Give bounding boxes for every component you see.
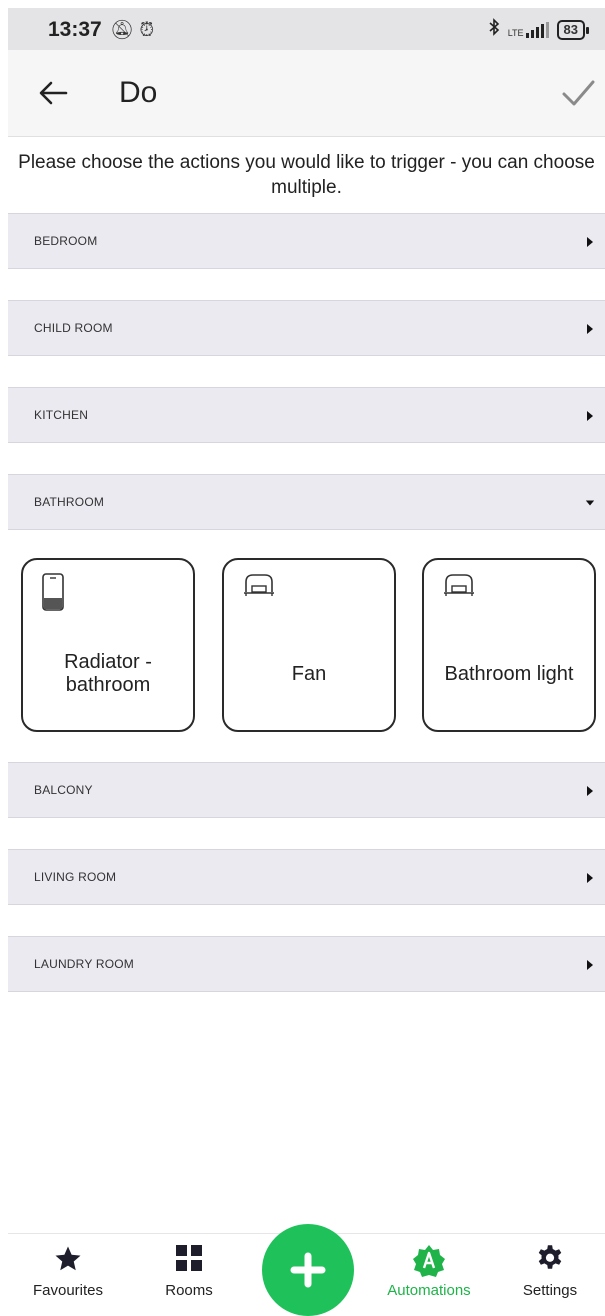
nav-settings[interactable]: Settings (495, 1234, 605, 1304)
add-button[interactable] (262, 1224, 354, 1316)
confirm-button[interactable] (559, 74, 597, 112)
section-living-room[interactable]: LIVING ROOM (8, 849, 605, 905)
plus-icon (290, 1252, 326, 1288)
section-bathroom[interactable]: BATHROOM (8, 474, 605, 530)
section-laundry-room[interactable]: LAUNDRY ROOM (8, 936, 605, 992)
nav-label: Automations (387, 1282, 471, 1299)
section-label: BALCONY (34, 783, 93, 797)
status-time: 13:37 (48, 18, 102, 41)
radiator-device-icon (42, 573, 64, 611)
check-icon (562, 80, 595, 106)
device-name: Radiator - bathroom (64, 651, 152, 696)
section-label: BEDROOM (34, 234, 98, 248)
status-left-icons: 🔕︎ ⏰︎ (110, 18, 154, 42)
section-label: CHILD ROOM (34, 321, 113, 335)
status-bar: 13:37 🔕︎ ⏰︎ LTE 83 (8, 8, 605, 50)
star-icon (55, 1246, 81, 1271)
caret-right-icon (587, 324, 593, 334)
nav-label: Settings (522, 1282, 578, 1299)
caret-right-icon (587, 411, 593, 421)
mute-notifications-icon: 🔕︎ (110, 20, 135, 41)
arrow-left-icon (39, 81, 68, 105)
bluetooth-icon (488, 18, 500, 41)
section-child-room[interactable]: CHILD ROOM (8, 300, 605, 356)
battery-level: 83 (563, 21, 578, 37)
caret-right-icon (587, 237, 593, 247)
caret-down-icon (585, 500, 595, 506)
device-card-bathroom-light[interactable]: Bathroom light (422, 558, 596, 732)
network-type: LTE (507, 27, 524, 38)
lte-signal-icon: LTE (507, 21, 549, 38)
device-card-fan[interactable]: Fan (222, 558, 396, 732)
plug-device-icon (444, 574, 474, 596)
device-name: Fan (291, 662, 327, 685)
instruction-text: Please choose the actions you would like… (18, 152, 595, 198)
alarm-icon: ⏰︎ (139, 20, 155, 41)
section-label: BATHROOM (34, 495, 105, 509)
gear-icon (538, 1245, 562, 1269)
caret-right-icon (587, 960, 593, 970)
section-label: LIVING ROOM (34, 870, 117, 884)
nav-label: Favourites (32, 1282, 104, 1299)
grid-icon (176, 1245, 202, 1271)
automation-badge-icon (413, 1245, 445, 1277)
nav-label: Rooms (165, 1282, 213, 1299)
nav-automations[interactable]: Automations (374, 1234, 484, 1304)
device-card-radiator-bathroom[interactable]: Radiator - bathroom (21, 558, 195, 732)
status-right-icons: LTE 83 (488, 18, 590, 41)
section-bedroom[interactable]: BEDROOM (8, 213, 605, 269)
section-kitchen[interactable]: KITCHEN (8, 387, 605, 443)
plug-device-icon (244, 574, 274, 596)
app-bar: Do (8, 50, 605, 137)
device-name: Bathroom light (444, 662, 574, 685)
page-title: Do (119, 76, 158, 109)
nav-favourites[interactable]: Favourites (13, 1234, 123, 1304)
battery-icon: 83 (556, 19, 590, 40)
nav-rooms[interactable]: Rooms (134, 1234, 244, 1304)
section-balcony[interactable]: BALCONY (8, 762, 605, 818)
section-label: KITCHEN (34, 408, 89, 422)
back-button[interactable] (36, 76, 70, 110)
section-label: LAUNDRY ROOM (34, 957, 134, 971)
caret-right-icon (587, 786, 593, 796)
caret-right-icon (587, 873, 593, 883)
